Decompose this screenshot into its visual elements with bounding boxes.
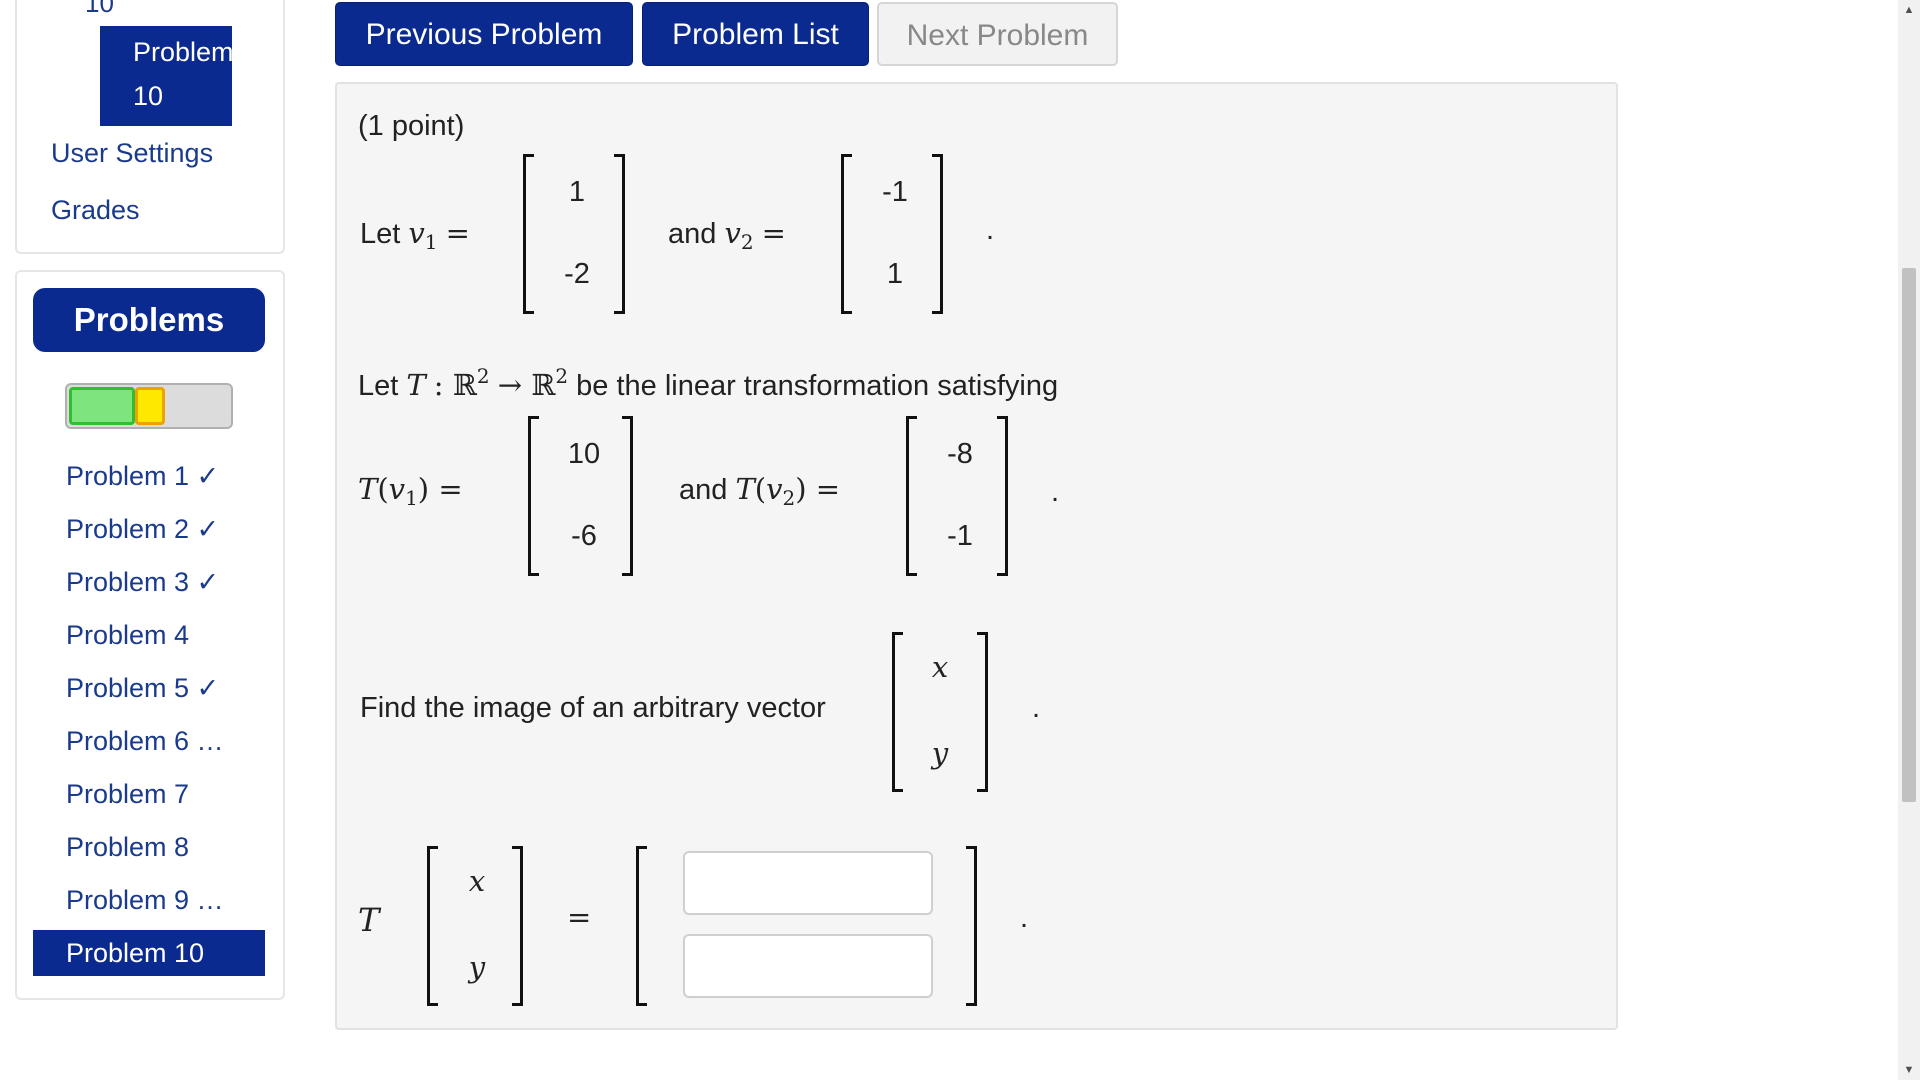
problem-panel: (1 point) Let v1 = 1 -2 and v2 = -1 1 . … [335, 82, 1618, 1030]
let-v1-label: Let v1 = [360, 216, 470, 254]
sidebar-partial-item[interactable]: 10 [85, 0, 114, 19]
answer-T-symbol: T [358, 901, 380, 939]
and-Tv2-label: and T(v2) = [679, 472, 841, 510]
xy-entry-x: x [931, 650, 949, 684]
ans-xy-entry-y: y [468, 950, 486, 984]
v2-subscript: 2 [740, 230, 754, 254]
previous-problem-button[interactable]: Previous Problem [335, 2, 633, 66]
find-image-text: Find the image of an arbitrary vector [360, 692, 826, 724]
transform-statement: Let T : ℝ2 → ℝ2 be the linear transforma… [358, 364, 1059, 402]
let-word: Let [360, 218, 401, 250]
scroll-thumb[interactable] [1902, 268, 1916, 802]
transform-description: be the linear transformation satisfying [576, 370, 1059, 402]
Tv2-T: T [735, 472, 755, 506]
problem-list: Problem 1 ✓ Problem 2 ✓ Problem 3 ✓ Prob… [33, 450, 265, 976]
problem-list-item[interactable]: Problem 3 ✓ [33, 556, 265, 609]
codomain-symbol: ℝ [531, 368, 556, 402]
Tv1-left-bracket [528, 416, 539, 576]
period-3: . [1032, 692, 1041, 724]
domain-symbol: ℝ [452, 368, 477, 402]
problem-list-item[interactable]: Problem 2 ✓ [33, 503, 265, 556]
Tv1-entry-2: -6 [571, 520, 597, 552]
problem-list-item[interactable]: Problem 5 ✓ [33, 662, 265, 715]
equals-sign: = [567, 900, 592, 934]
transform-symbol: T [406, 368, 426, 402]
problems-button[interactable]: Problems [33, 288, 265, 352]
points-label: (1 point) [358, 110, 465, 142]
transform-let-word: Let [358, 370, 399, 402]
Tv1-T: T [358, 472, 378, 506]
and-word-2: and [679, 474, 728, 506]
problem-list-item[interactable]: Problem 7 [33, 768, 265, 821]
sidebar-active-problem[interactable]: Problem 10 [100, 26, 232, 126]
sidebar-active-label-line2: 10 [133, 81, 164, 111]
problem-list-item[interactable]: Problem 1 ✓ [33, 450, 265, 503]
problem-list-button[interactable]: Problem List [642, 2, 869, 66]
sidebar-active-label-line1: Problem [133, 37, 232, 67]
xy-entry-y: y [931, 736, 949, 770]
answer-input-top[interactable] [683, 851, 933, 915]
Tv1-label: T(v1) = [358, 472, 463, 510]
sidebar-nav-panel: 10 Problem 10 User Settings Grades [15, 0, 285, 254]
grades-link[interactable]: Grades [51, 195, 140, 226]
problem-list-item[interactable]: Problem 8 [33, 821, 265, 874]
v1-entry-1: 1 [568, 176, 586, 208]
v1-left-bracket [523, 154, 534, 314]
vertical-scrollbar[interactable]: ▲ ▼ [1898, 0, 1920, 1080]
v1-right-bracket [614, 154, 625, 314]
ans-left-bracket [636, 846, 647, 1006]
Tv1-right-bracket [622, 416, 633, 576]
and-word: and [668, 218, 717, 250]
v1-symbol: v [408, 216, 425, 250]
problem-list-item[interactable]: Problem 9 … [33, 874, 265, 927]
progress-correct [69, 387, 135, 425]
v2-symbol: v [724, 216, 741, 250]
codomain-dim: 2 [555, 364, 569, 388]
problem-list-item[interactable]: Problem 6 … [33, 715, 265, 768]
Tv1-entry-1: 10 [567, 438, 601, 470]
ans-xy-right-bracket [512, 846, 523, 1006]
ans-right-bracket [966, 846, 977, 1006]
period: . [986, 214, 995, 246]
scroll-up-arrow-icon[interactable]: ▲ [1898, 0, 1920, 20]
Tv1-v: v [388, 472, 406, 506]
v2-entry-1: -1 [882, 176, 908, 208]
v2-right-bracket [932, 154, 943, 314]
period-4: . [1020, 902, 1029, 934]
scroll-down-arrow-icon[interactable]: ▼ [1898, 1060, 1920, 1080]
Tv2-entry-2: -1 [947, 520, 973, 552]
progress-bar [65, 383, 233, 429]
answer-input-bottom[interactable] [683, 934, 933, 998]
Tv2-left-bracket [906, 416, 917, 576]
Tv2-right-bracket [997, 416, 1008, 576]
Tv2-entry-1: -8 [947, 438, 973, 470]
domain-dim: 2 [476, 364, 490, 388]
problem-list-item-current[interactable]: Problem 10 [33, 930, 265, 976]
v1-entry-2: -2 [564, 258, 590, 290]
progress-partial [135, 387, 165, 425]
problem-list-item[interactable]: Problem 4 [33, 609, 265, 662]
v2-entry-2: 1 [886, 258, 904, 290]
xy-right-bracket [977, 632, 988, 792]
v2-left-bracket [841, 154, 852, 314]
user-settings-link[interactable]: User Settings [51, 138, 213, 169]
period-2: . [1051, 476, 1060, 508]
Tv2-v: v [766, 472, 783, 506]
ans-xy-entry-x: x [468, 864, 486, 898]
v1-subscript: 1 [424, 230, 438, 254]
and-v2-label: and v2 = [668, 216, 786, 254]
next-problem-button[interactable]: Next Problem [877, 2, 1118, 66]
Tv2-sub: 2 [782, 486, 796, 510]
Tv1-sub: 1 [405, 486, 418, 510]
